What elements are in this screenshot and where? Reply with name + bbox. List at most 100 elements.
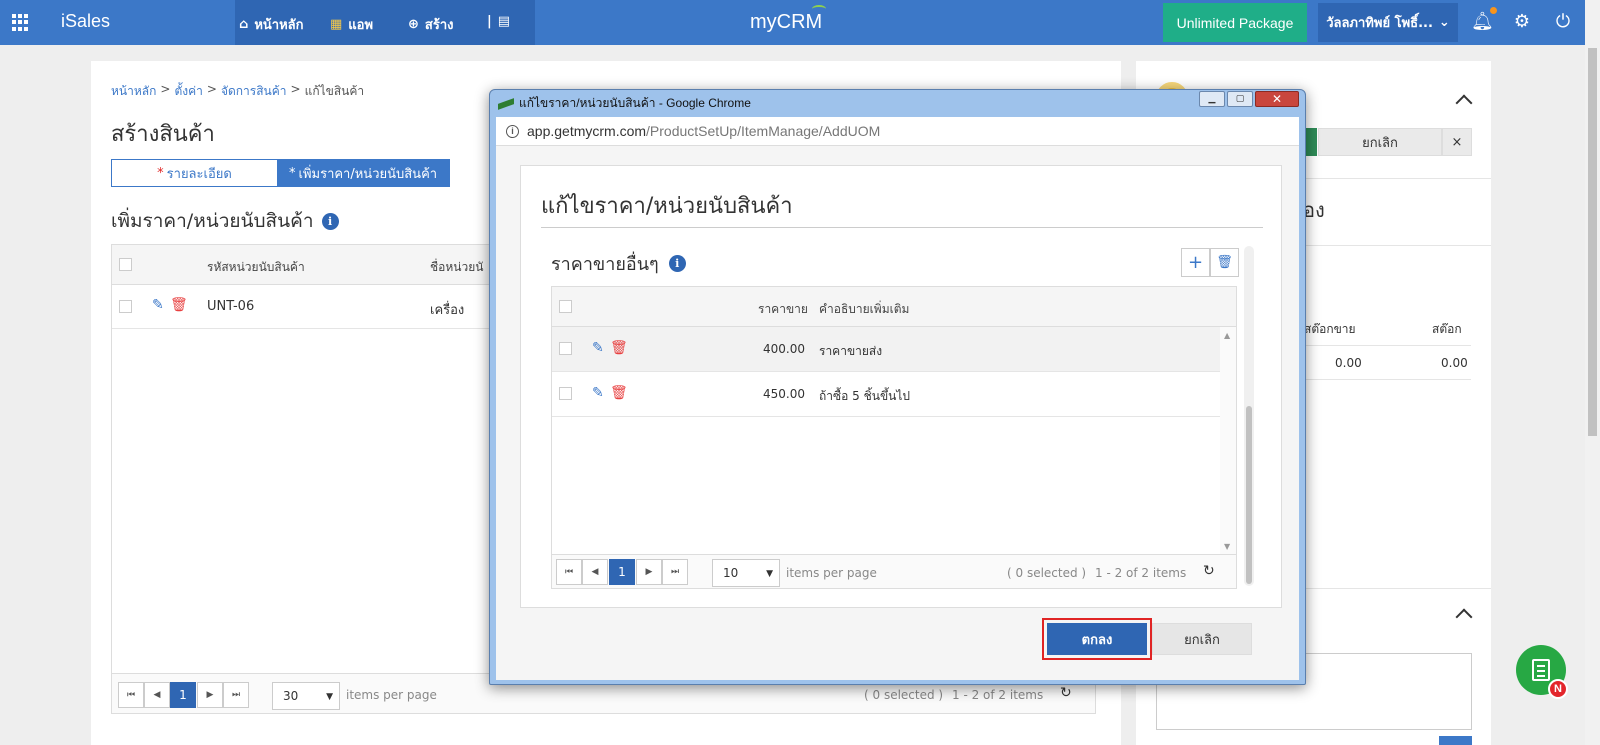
row-checkbox[interactable]	[559, 342, 572, 355]
grid-scrollbar[interactable]: ▲ ▼	[1220, 327, 1236, 555]
delete-rows-button[interactable]: 🗑︎	[1210, 248, 1239, 277]
page-number-button[interactable]: 1	[609, 559, 635, 585]
breadcrumb-sep: >	[290, 82, 301, 96]
right-cancel-button[interactable]: ยกเลิก	[1318, 128, 1442, 156]
tab-details-label: รายละเอียด	[166, 166, 232, 182]
app-leaf-icon	[498, 98, 514, 110]
cell-unit-name: เครื่อง	[430, 303, 465, 318]
refresh-icon[interactable]: ↻	[1203, 563, 1215, 579]
col-price[interactable]: ราคาขาย	[758, 300, 808, 319]
table-row: ✎ 🗑︎ 400.00 ราคาขายส่ง	[552, 327, 1222, 372]
divider	[1286, 379, 1471, 380]
window-controls: ▁ ▢ ✕	[1199, 91, 1299, 107]
dialog-scrollbar-thumb[interactable]	[1246, 406, 1252, 584]
tab-bar: * รายละเอียด * เพิ่มราคา/หน่วยนับสินค้า	[111, 159, 451, 187]
close-icon[interactable]: ✕	[1255, 91, 1299, 107]
apps-icon: ▦	[330, 17, 343, 32]
last-page-icon[interactable]: ⏭	[223, 682, 249, 708]
scroll-up-icon[interactable]: ▲	[1224, 331, 1230, 340]
stock-header: สต๊อก	[1432, 322, 1462, 336]
leaf-icon	[812, 5, 827, 13]
last-page-icon[interactable]: ⏭	[662, 559, 688, 585]
scroll-down-icon[interactable]: ▼	[1224, 542, 1230, 551]
user-menu-button[interactable]: วัลลภาทิพย์ โพธิ์... ⌄	[1318, 3, 1458, 42]
url-bar[interactable]: i app.getmycrm.com/ProductSetUp/ItemMana…	[496, 117, 1299, 146]
next-page-icon[interactable]: ▶	[636, 559, 662, 585]
other-prices-title: ราคาขายอื่นๆ i	[551, 249, 686, 278]
gear-icon[interactable]: ⚙	[1512, 12, 1532, 32]
cell-unit-code: UNT-06	[207, 299, 255, 314]
page-scrollbar-thumb[interactable]	[1588, 48, 1597, 436]
select-all-checkbox[interactable]	[559, 300, 572, 313]
calendar-icon: ▤	[497, 14, 511, 29]
divider	[541, 227, 1263, 228]
page-size-select[interactable]: 10 ▼	[712, 559, 780, 587]
other-prices-pager: ⏮ ◀ 1 ▶ ⏭ 10 ▼ items per page ( 0 select…	[552, 554, 1236, 588]
info-icon[interactable]: i	[321, 212, 339, 230]
brand-name[interactable]: iSales	[61, 11, 110, 32]
app-grid-icon[interactable]	[12, 14, 29, 31]
col-unit-code[interactable]: รหัสหน่วยนับสินค้า	[207, 258, 305, 277]
right-close-button[interactable]: ×	[1442, 128, 1472, 156]
cell-price: 400.00	[763, 342, 805, 356]
nav-apps[interactable]: ▦ แอพ	[330, 14, 373, 35]
col-unit-name[interactable]: ชื่อหน่วยนั	[430, 258, 483, 277]
pencil-icon[interactable]: ✎	[592, 340, 604, 356]
caret-down-icon: ▼	[326, 692, 333, 702]
page-title: สร้างสินค้า	[111, 122, 215, 147]
tab-details[interactable]: * รายละเอียด	[112, 160, 277, 186]
next-page-icon[interactable]: ▶	[197, 682, 223, 708]
breadcrumb-settings[interactable]: ตั้งค่า	[174, 82, 202, 101]
col-description[interactable]: คำอธิบายเพิ่มเติม	[819, 300, 909, 319]
page-size-value: 10	[723, 566, 739, 580]
ok-button[interactable]: ตกลง	[1042, 618, 1152, 660]
page-scrollbar[interactable]	[1585, 0, 1600, 745]
nav-create[interactable]: ⊕ สร้าง	[408, 14, 453, 35]
popup-titlebar: แก้ไขราคา/หน่วยนับสินค้า - Google Chrome	[498, 94, 751, 113]
breadcrumb-home[interactable]: หน้าหลัก	[111, 82, 156, 101]
pencil-icon[interactable]: ✎	[152, 297, 164, 313]
trash-icon[interactable]: 🗑︎	[610, 340, 628, 356]
user-name: วัลลภาทิพย์ โพธิ์...	[1326, 16, 1433, 31]
row-checkbox[interactable]	[559, 387, 572, 400]
page-size-select[interactable]: 30 ▼	[272, 682, 340, 710]
nav-calendar[interactable]: | ▤	[487, 14, 510, 29]
mycrm-logo: myCRM	[750, 5, 827, 34]
prev-page-icon[interactable]: ◀	[144, 682, 170, 708]
pencil-icon[interactable]: ✎	[592, 385, 604, 401]
tab-price-unit-label: เพิ่มราคา/หน่วยนับสินค้า	[298, 166, 438, 182]
refresh-icon[interactable]: ↻	[1060, 685, 1072, 701]
plus-icon: +	[1187, 252, 1204, 273]
chevron-up-icon[interactable]	[1455, 608, 1473, 626]
package-button[interactable]: Unlimited Package	[1163, 3, 1307, 42]
first-page-icon[interactable]: ⏮	[556, 559, 582, 585]
nav-home[interactable]: ⌂ หน้าหลัก	[239, 14, 303, 35]
page-number-button[interactable]: 1	[170, 682, 196, 708]
other-prices-grid: ราคาขาย คำอธิบายเพิ่มเติม ✎ 🗑︎ 400.00 รา…	[551, 286, 1237, 589]
table-row: ✎ 🗑︎ 450.00 ถ้าซื้อ 5 ชิ้นขึ้นไป	[552, 372, 1222, 417]
cancel-button[interactable]: ยกเลิก	[1152, 623, 1252, 655]
tab-price-unit[interactable]: * เพิ่มราคา/หน่วยนับสินค้า	[277, 160, 450, 186]
dialog-scrollbar[interactable]	[1244, 246, 1254, 586]
select-all-checkbox[interactable]	[119, 258, 132, 271]
info-icon[interactable]: i	[668, 255, 686, 272]
minimize-icon[interactable]: ▁	[1199, 91, 1225, 107]
breadcrumb-manage-products[interactable]: จัดการสินค้า	[221, 82, 287, 101]
add-button[interactable]	[1439, 736, 1472, 745]
chevron-up-icon[interactable]	[1455, 94, 1473, 112]
first-page-icon[interactable]: ⏮	[118, 682, 144, 708]
maximize-icon[interactable]: ▢	[1227, 91, 1253, 107]
divider-bar: |	[487, 14, 492, 29]
top-navbar: iSales ⌂ หน้าหลัก ▦ แอพ ⊕ สร้าง | ▤ myCR…	[0, 0, 1585, 45]
caret-down-icon: ▼	[766, 569, 773, 579]
bell-icon[interactable]: 🔔︎	[1471, 12, 1494, 32]
trash-icon[interactable]: 🗑︎	[170, 297, 188, 313]
power-icon[interactable]: ⏻	[1553, 12, 1573, 32]
add-row-button[interactable]: +	[1181, 248, 1210, 277]
row-checkbox[interactable]	[119, 300, 132, 313]
trash-icon[interactable]: 🗑︎	[610, 385, 628, 401]
prev-page-icon[interactable]: ◀	[582, 559, 608, 585]
notification-dot	[1490, 7, 1497, 14]
section-title: เพิ่มราคา/หน่วยนับสินค้า i	[111, 206, 339, 236]
site-info-icon[interactable]: i	[506, 124, 519, 138]
